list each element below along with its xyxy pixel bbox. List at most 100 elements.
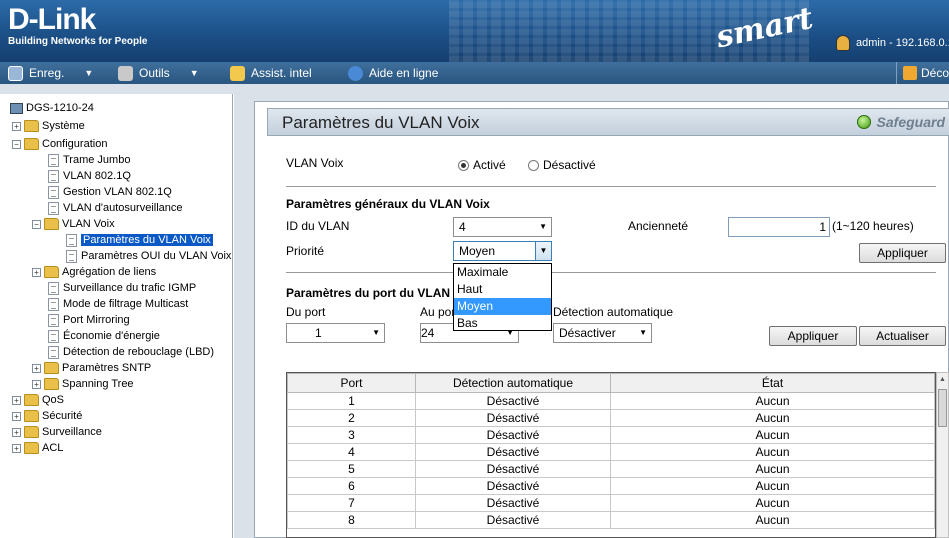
- tree-item-vlan-autosurveillance[interactable]: VLAN d'autosurveillance: [48, 200, 183, 216]
- tree-item-parametres-oui[interactable]: Paramètres OUI du VLAN Voix: [66, 248, 231, 264]
- tree-item-surveillance[interactable]: + Surveillance: [12, 424, 102, 440]
- cell-detection: Désactivé: [415, 494, 611, 512]
- table-scrollbar[interactable]: ▲: [936, 372, 949, 538]
- table-row: 8 Désactivé Aucun: [287, 511, 935, 529]
- tree-item-qos[interactable]: + QoS: [12, 392, 64, 408]
- column-header-detection: Détection automatique: [415, 373, 611, 393]
- auto-detect-select[interactable]: Désactiver ▼: [553, 323, 652, 343]
- radio-disabled-label: Désactivé: [543, 158, 596, 172]
- tree-label: Paramètres du VLAN Voix: [81, 234, 213, 246]
- folder-open-icon: [24, 138, 39, 150]
- tree-item-vlan-voix[interactable]: − VLAN Voix: [32, 216, 115, 232]
- cell-detection: Désactivé: [415, 477, 611, 495]
- tree-item-lbd[interactable]: Détection de rebouclage (LBD): [48, 344, 214, 360]
- cell-etat: Aucun: [610, 477, 935, 495]
- menu-bar: Enreg. ▼ Outils ▼ Assist. intel Aide en …: [0, 62, 949, 84]
- tree-item-parametres-vlan-voix[interactable]: Paramètres du VLAN Voix: [66, 232, 213, 248]
- chevron-down-icon: ▼: [535, 242, 551, 260]
- cell-etat: Aucun: [610, 511, 935, 529]
- menu-save-label: Enreg.: [29, 66, 65, 80]
- table-row: 7 Désactivé Aucun: [287, 494, 935, 512]
- save-icon: [8, 65, 23, 81]
- radio-enabled[interactable]: Activé: [458, 158, 506, 172]
- cell-port: 5: [287, 460, 416, 478]
- cell-detection: Désactivé: [415, 443, 611, 461]
- logout-button[interactable]: Déco: [895, 62, 949, 84]
- tree-label: Économie d'énergie: [63, 330, 160, 342]
- cell-port: 8: [287, 511, 416, 529]
- tree-label: Surveillance du trafic IGMP: [63, 282, 197, 294]
- wizard-icon: [230, 65, 245, 81]
- priorite-select[interactable]: Moyen ▼: [453, 241, 552, 261]
- cell-etat: Aucun: [610, 460, 935, 478]
- tree-item-trame-jumbo[interactable]: Trame Jumbo: [48, 152, 130, 168]
- tree-item-securite[interactable]: + Sécurité: [12, 408, 82, 424]
- apply-port-button[interactable]: Appliquer: [769, 326, 857, 346]
- menu-wizard[interactable]: Assist. intel: [222, 62, 340, 84]
- page-icon: [48, 185, 59, 199]
- user-icon: [836, 35, 850, 51]
- section-general-title: Paramètres généraux du VLAN Voix: [286, 197, 490, 211]
- priorite-option[interactable]: Maximale: [454, 264, 551, 281]
- tree-item-port-mirroring[interactable]: Port Mirroring: [48, 312, 130, 328]
- cell-port: 1: [287, 392, 416, 410]
- menu-wizard-label: Assist. intel: [251, 66, 312, 80]
- menu-save[interactable]: Enreg. ▼: [0, 62, 110, 84]
- menu-help[interactable]: Aide en ligne: [340, 62, 446, 84]
- page-icon: [48, 297, 59, 311]
- expand-icon: +: [32, 379, 41, 389]
- from-port-select[interactable]: 1 ▼: [286, 323, 385, 343]
- tree-item-multicast[interactable]: Mode de filtrage Multicast: [48, 296, 188, 312]
- auto-detect-value: Désactiver: [559, 326, 616, 340]
- table-row: 3 Désactivé Aucun: [287, 426, 935, 444]
- tree-label: Mode de filtrage Multicast: [63, 298, 189, 310]
- chevron-down-icon: ▼: [189, 68, 199, 78]
- tree-label: VLAN d'autosurveillance: [63, 202, 183, 214]
- page-icon: [48, 313, 59, 327]
- content-gap: [0, 84, 949, 94]
- table-row: 5 Désactivé Aucun: [287, 460, 935, 478]
- radio-disabled[interactable]: Désactivé: [528, 158, 596, 172]
- tree-label: Système: [42, 120, 85, 132]
- expand-icon: +: [12, 427, 21, 437]
- anciennete-input[interactable]: 1: [728, 217, 830, 237]
- table-row: 4 Désactivé Aucun: [287, 443, 935, 461]
- page-title: Paramètres du VLAN Voix: [282, 113, 480, 132]
- tree-item-gestion-vlan[interactable]: Gestion VLAN 802.1Q: [48, 184, 172, 200]
- cell-port: 2: [287, 409, 416, 427]
- tree-root[interactable]: DGS-1210-24: [10, 100, 94, 116]
- tree-item-acl[interactable]: + ACL: [12, 440, 63, 456]
- tree-item-vlan-8021q[interactable]: VLAN 802.1Q: [48, 168, 131, 184]
- menu-tools[interactable]: Outils ▼: [110, 62, 222, 84]
- table-row: 1 Désactivé Aucun: [287, 392, 935, 410]
- tree-label: Agrégation de liens: [62, 266, 157, 278]
- cell-etat: Aucun: [610, 426, 935, 444]
- scroll-thumb[interactable]: [938, 389, 947, 427]
- priorite-dropdown-list: Maximale Haut Moyen Bas: [453, 263, 552, 331]
- apply-button[interactable]: Appliquer: [859, 243, 946, 263]
- tree-item-economie-energie[interactable]: Économie d'énergie: [48, 328, 160, 344]
- scroll-up-icon[interactable]: ▲: [937, 373, 948, 387]
- tree-item-sntp[interactable]: + Paramètres SNTP: [32, 360, 151, 376]
- tree-root-label: DGS-1210-24: [26, 102, 94, 114]
- tree-item-agregation[interactable]: + Agrégation de liens: [32, 264, 156, 280]
- cell-port: 4: [287, 443, 416, 461]
- page-icon: [48, 345, 59, 359]
- tree-item-igmp[interactable]: Surveillance du trafic IGMP: [48, 280, 196, 296]
- priorite-option[interactable]: Bas: [454, 315, 551, 332]
- page-icon: [48, 281, 59, 295]
- refresh-button[interactable]: Actualiser: [859, 326, 946, 346]
- chevron-down-icon: ▼: [84, 68, 94, 78]
- folder-icon: [24, 394, 39, 406]
- tree-item-configuration[interactable]: − Configuration: [12, 136, 107, 152]
- divider: [286, 272, 936, 273]
- tree-item-spanning-tree[interactable]: + Spanning Tree: [32, 376, 134, 392]
- header-banner: D-Link Building Networks for People smar…: [0, 0, 949, 62]
- tree-item-systeme[interactable]: + Système: [12, 118, 85, 134]
- vlan-id-select[interactable]: 4 ▼: [453, 217, 552, 237]
- priorite-option[interactable]: Haut: [454, 281, 551, 298]
- tree-label: Spanning Tree: [62, 378, 134, 390]
- table-header-row: Port Détection automatique État: [287, 373, 935, 393]
- priorite-label: Priorité: [286, 244, 325, 258]
- priorite-option-selected[interactable]: Moyen: [454, 298, 551, 315]
